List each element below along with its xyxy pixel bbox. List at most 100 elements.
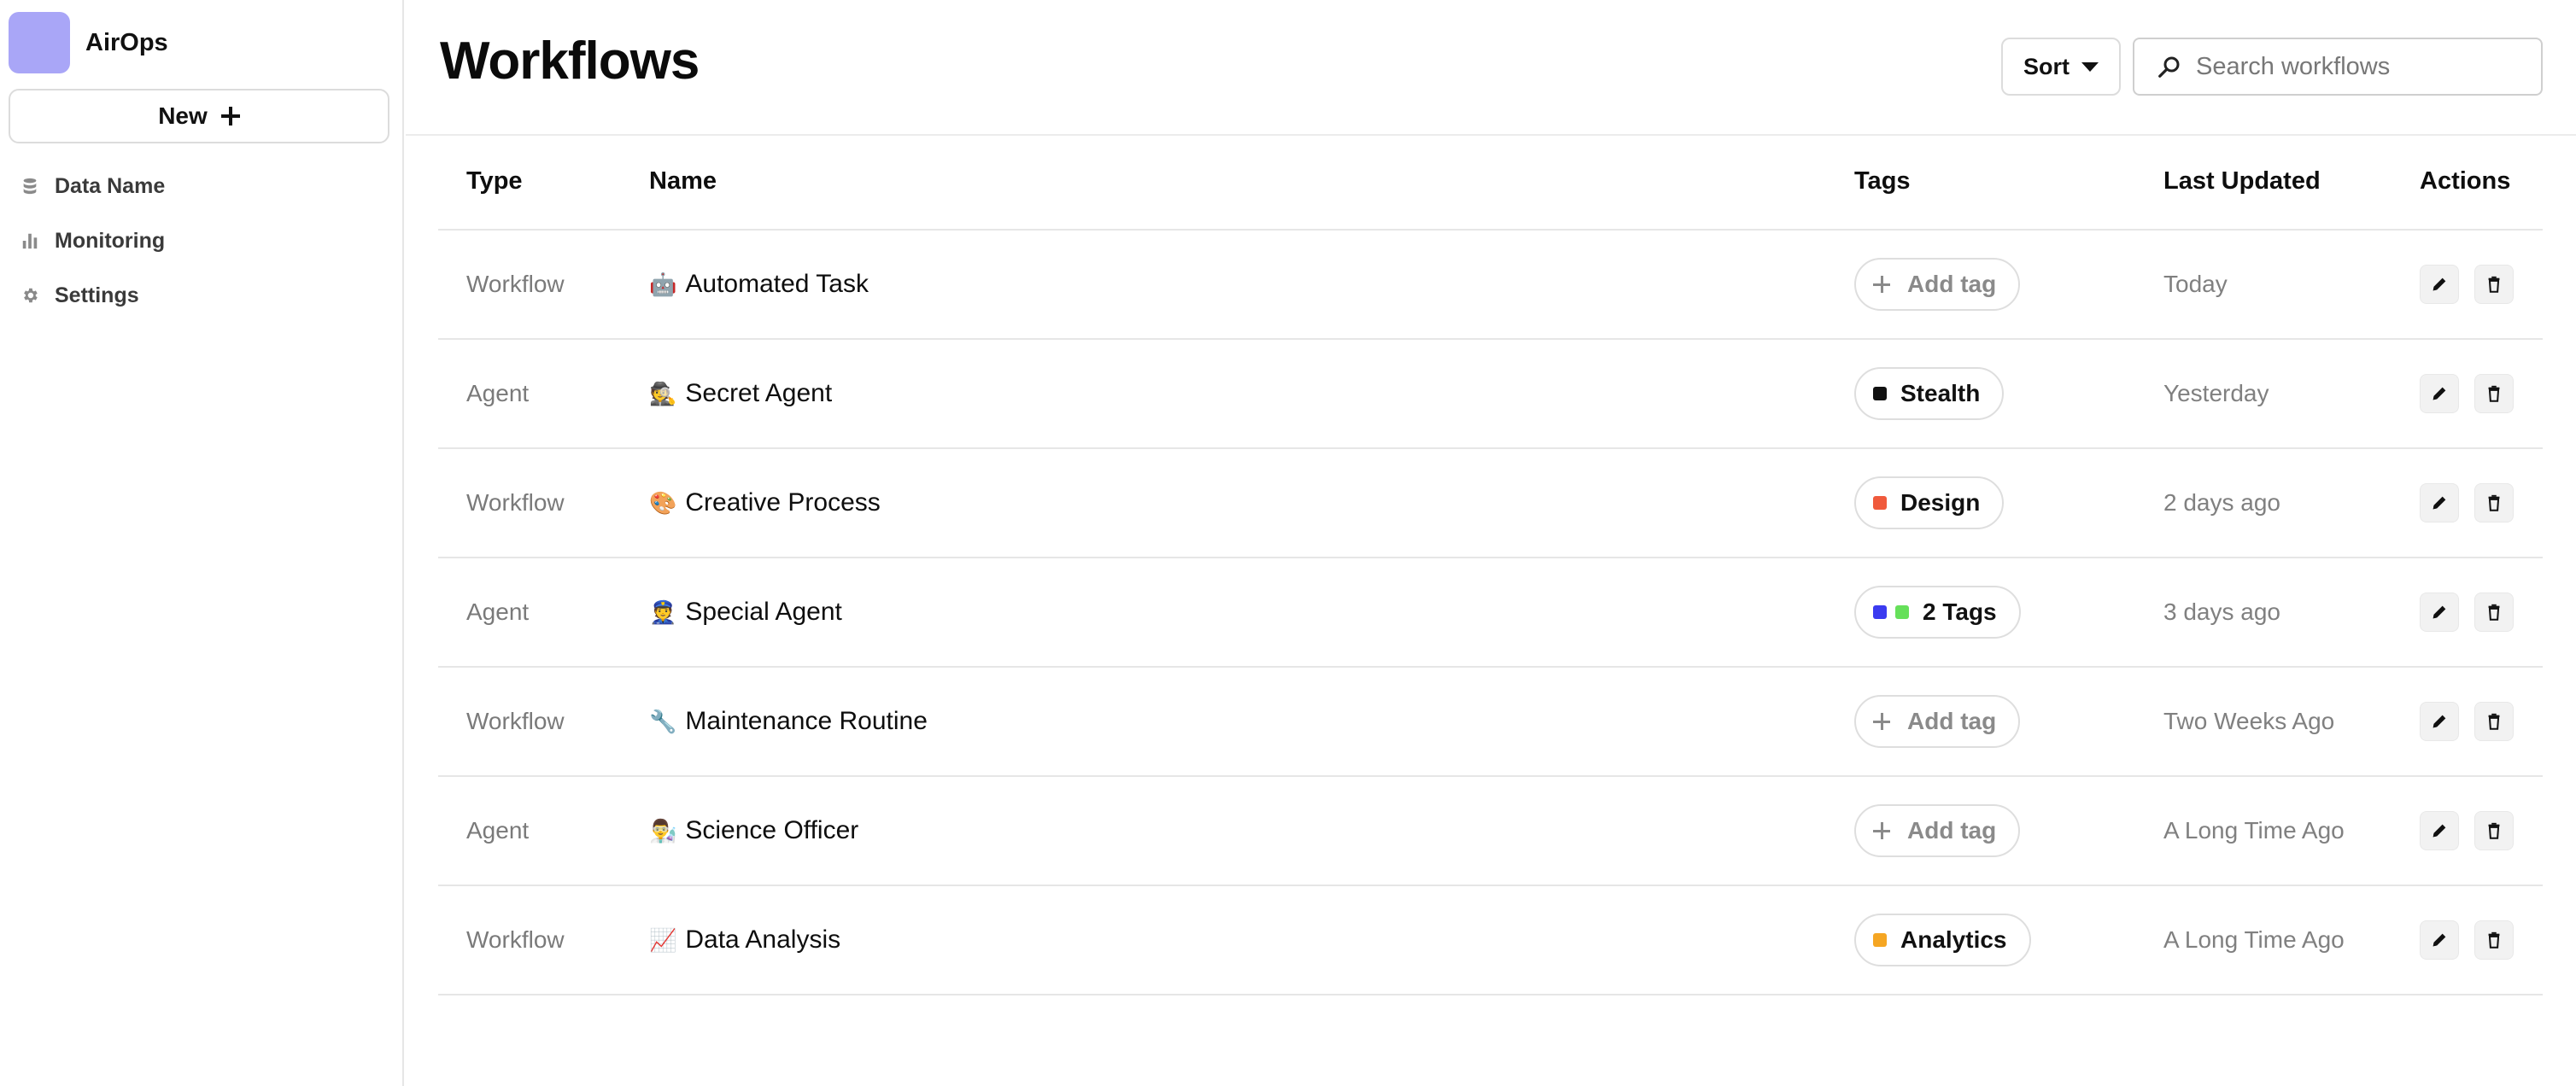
edit-button[interactable]: [2420, 702, 2459, 741]
table-row[interactable]: Agent 👮 Special Agent 2 Tags 3 days ago: [438, 558, 2543, 668]
workflow-emoji-icon: 👨‍🔬: [649, 817, 677, 844]
edit-button[interactable]: [2420, 374, 2459, 413]
last-updated-cell: Today: [2163, 271, 2228, 297]
trash-icon: [2485, 275, 2503, 294]
tag-label: Design: [1900, 489, 1981, 516]
delete-button[interactable]: [2474, 702, 2514, 741]
plus-icon: [220, 107, 240, 126]
table-header: Type Name Tags Last Updated Actions: [438, 135, 2543, 231]
table-row[interactable]: Workflow 📈 Data Analysis Analytics A Lon…: [438, 886, 2543, 996]
last-updated-cell: 3 days ago: [2163, 598, 2280, 625]
trash-icon: [2485, 931, 2503, 949]
tag-color-dot: [1873, 387, 1887, 400]
name-cell[interactable]: 👮 Special Agent: [649, 558, 842, 666]
type-cell: Agent: [466, 380, 530, 406]
delete-button[interactable]: [2474, 593, 2514, 632]
name-cell[interactable]: 🔧 Maintenance Routine: [649, 668, 928, 775]
plus-icon: [1873, 276, 1890, 293]
column-header-tags[interactable]: Tags: [1854, 167, 1911, 196]
trash-icon: [2485, 821, 2503, 840]
pencil-icon: [2430, 821, 2449, 840]
new-button-label: New: [158, 102, 208, 129]
tag-pill[interactable]: Stealth: [1854, 367, 2005, 420]
tag-pill[interactable]: 2 Tags: [1854, 586, 2021, 639]
actions-cell: [2420, 231, 2529, 338]
last-updated-cell: A Long Time Ago: [2163, 817, 2345, 844]
tags-cell: Design: [1854, 449, 2005, 557]
tag-label: Stealth: [1900, 380, 1981, 406]
sidebar: AirOps New Data Name Monitoring Settings: [0, 0, 404, 1086]
name-cell[interactable]: 👨‍🔬 Science Officer: [649, 777, 858, 885]
tag-label: 2 Tags: [1923, 598, 1997, 625]
table-row[interactable]: Workflow 🔧 Maintenance Routine Add tag T…: [438, 668, 2543, 777]
search-input[interactable]: [2196, 52, 2529, 81]
sidebar-item-data-name[interactable]: Data Name: [20, 167, 165, 205]
workflow-name: Data Analysis: [685, 925, 841, 954]
workflow-emoji-icon: 📈: [649, 926, 677, 953]
database-icon: [23, 178, 37, 195]
last-updated-cell: 2 days ago: [2163, 489, 2280, 516]
name-cell[interactable]: 🕵️ Secret Agent: [649, 340, 832, 447]
add-tag-button[interactable]: Add tag: [1854, 804, 2021, 857]
pencil-icon: [2430, 931, 2449, 949]
search-box[interactable]: [2133, 38, 2543, 96]
delete-button[interactable]: [2474, 265, 2514, 304]
sidebar-item-monitoring[interactable]: Monitoring: [20, 222, 165, 260]
page-title: Workflows: [440, 32, 700, 90]
tags-cell: 2 Tags: [1854, 558, 2021, 666]
workflow-name: Maintenance Routine: [685, 707, 928, 735]
actions-cell: [2420, 340, 2529, 447]
column-header-name[interactable]: Name: [649, 167, 717, 196]
delete-button[interactable]: [2474, 920, 2514, 960]
table-row[interactable]: Agent 👨‍🔬 Science Officer Add tag A Long…: [438, 777, 2543, 886]
caret-down-icon: [2081, 61, 2099, 72]
delete-button[interactable]: [2474, 811, 2514, 850]
tag-color-dot: [1873, 933, 1887, 947]
column-header-type[interactable]: Type: [466, 167, 523, 196]
brand-logo: [9, 12, 70, 73]
brand[interactable]: AirOps: [9, 12, 168, 73]
pencil-icon: [2430, 493, 2449, 512]
add-tag-button[interactable]: Add tag: [1854, 695, 2021, 748]
edit-button[interactable]: [2420, 483, 2459, 523]
tag-color-dot: [1873, 496, 1887, 510]
tags-cell: Analytics: [1854, 886, 2031, 994]
bar-chart-icon: [22, 233, 38, 249]
workflows-table: Type Name Tags Last Updated Actions Work…: [438, 135, 2543, 996]
name-cell[interactable]: 🤖 Automated Task: [649, 231, 869, 338]
table-body: Workflow 🤖 Automated Task Add tag Today …: [438, 231, 2543, 996]
workflow-name: Secret Agent: [685, 379, 833, 407]
edit-button[interactable]: [2420, 920, 2459, 960]
brand-name: AirOps: [85, 28, 168, 56]
table-row[interactable]: Workflow 🤖 Automated Task Add tag Today: [438, 231, 2543, 340]
column-header-last-updated[interactable]: Last Updated: [2163, 167, 2321, 196]
sort-label: Sort: [2023, 53, 2070, 79]
edit-button[interactable]: [2420, 593, 2459, 632]
tag-pill[interactable]: Design: [1854, 476, 2005, 529]
main-content: Workflows Sort Type Name Tags Last Updat…: [406, 0, 2576, 1086]
add-tag-button[interactable]: Add tag: [1854, 258, 2021, 311]
name-cell[interactable]: 🎨 Creative Process: [649, 449, 881, 557]
table-row[interactable]: Agent 🕵️ Secret Agent Stealth Yesterday: [438, 340, 2543, 449]
edit-button[interactable]: [2420, 265, 2459, 304]
sort-button[interactable]: Sort: [2001, 38, 2121, 96]
type-cell: Workflow: [466, 708, 565, 734]
tag-pill[interactable]: Analytics: [1854, 914, 2031, 966]
delete-button[interactable]: [2474, 483, 2514, 523]
edit-button[interactable]: [2420, 811, 2459, 850]
type-cell: Agent: [466, 817, 530, 844]
tag-label: Add tag: [1907, 817, 1997, 844]
tag-color-dot: [1873, 605, 1887, 619]
sidebar-item-settings[interactable]: Settings: [20, 277, 139, 314]
actions-cell: [2420, 449, 2529, 557]
tag-color-dot: [1895, 605, 1909, 619]
actions-cell: [2420, 558, 2529, 666]
name-cell[interactable]: 📈 Data Analysis: [649, 886, 840, 994]
trash-icon: [2485, 603, 2503, 622]
delete-button[interactable]: [2474, 374, 2514, 413]
new-button[interactable]: New: [9, 89, 389, 143]
type-cell: Agent: [466, 598, 530, 625]
workflow-emoji-icon: 🕵️: [649, 380, 677, 406]
actions-cell: [2420, 886, 2529, 994]
table-row[interactable]: Workflow 🎨 Creative Process Design 2 day…: [438, 449, 2543, 558]
